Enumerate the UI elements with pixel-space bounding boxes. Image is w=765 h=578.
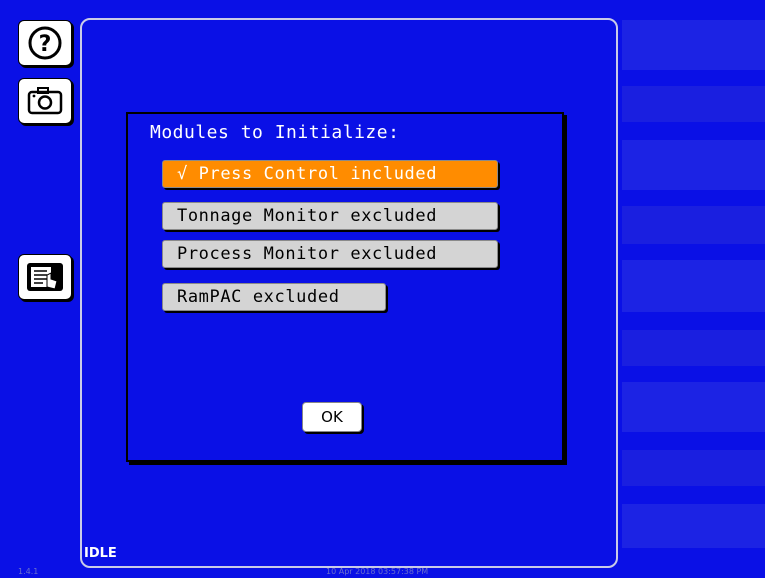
right-panel-stripe xyxy=(622,86,765,122)
dialog-title: Modules to Initialize: xyxy=(150,122,400,143)
right-panel-stripe xyxy=(622,260,765,312)
module-rampac-button[interactable]: RamPAC excluded xyxy=(162,283,386,311)
version-label: 1.4.1 xyxy=(18,567,39,576)
right-panel-stripe xyxy=(622,140,765,190)
screen-select-button[interactable] xyxy=(18,254,72,300)
right-panel-stripe xyxy=(622,504,765,548)
right-panel-stripe xyxy=(622,20,765,70)
touch-screen-icon xyxy=(27,263,63,291)
datetime-label: 10 Apr 2018 03:57:38 PM xyxy=(326,567,429,576)
right-panel-stripe xyxy=(622,382,765,432)
right-panel-stripe xyxy=(622,206,765,244)
status-text: IDLE xyxy=(84,546,117,561)
module-tonnage-monitor-button[interactable]: Tonnage Monitor excluded xyxy=(162,202,498,230)
right-panel-stripe xyxy=(622,330,765,366)
question-circle-icon: ? xyxy=(28,26,62,60)
module-process-monitor-button[interactable]: Process Monitor excluded xyxy=(162,240,498,268)
modules-dialog: Modules to Initialize: √ Press Control i… xyxy=(126,112,564,462)
camera-button[interactable] xyxy=(18,78,72,124)
camera-icon xyxy=(27,87,63,115)
right-panel-stripe xyxy=(622,450,765,486)
svg-text:?: ? xyxy=(39,32,52,57)
right-panel xyxy=(622,0,765,578)
help-button[interactable]: ? xyxy=(18,20,72,66)
ok-button[interactable]: OK xyxy=(302,402,362,432)
module-press-control-button[interactable]: √ Press Control included xyxy=(162,160,498,188)
